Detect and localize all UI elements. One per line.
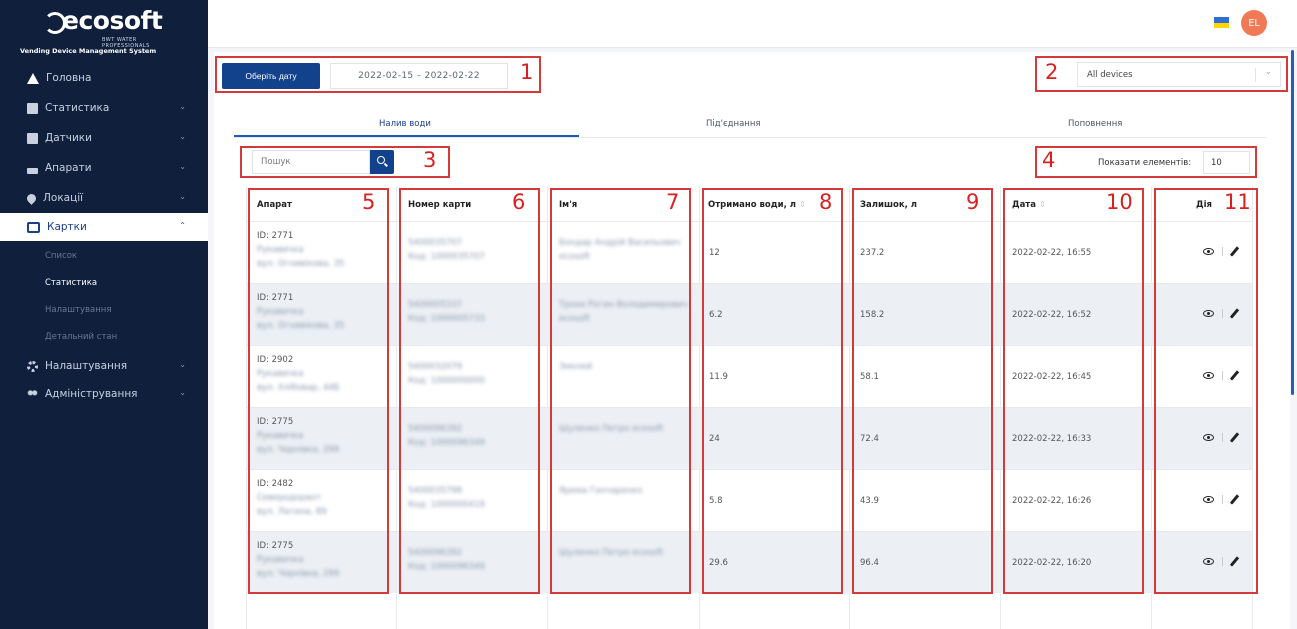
annotation-number-6: 6 bbox=[512, 190, 526, 214]
chart-icon bbox=[27, 102, 38, 114]
annotation-box-2 bbox=[1035, 56, 1288, 92]
annotation-number-8: 8 bbox=[819, 190, 833, 214]
location-pin-icon bbox=[25, 191, 38, 205]
page-scrollbar[interactable] bbox=[1291, 50, 1294, 395]
sidebar-item-locations[interactable]: Локації ⌄ bbox=[0, 184, 208, 212]
sidebar-item-label: Налаштування bbox=[45, 360, 128, 372]
tab-top-up[interactable]: Поповнення bbox=[1068, 119, 1122, 129]
tab-connection[interactable]: Під'єднання bbox=[706, 119, 761, 129]
annotation-box-8 bbox=[702, 188, 843, 594]
sidebar-item-label: Апарати bbox=[45, 162, 92, 174]
annotation-number-4: 4 bbox=[1042, 148, 1056, 172]
sidebar-item-label: Локації bbox=[43, 192, 84, 204]
annotation-box-5 bbox=[248, 188, 389, 594]
annotation-box-11 bbox=[1154, 188, 1258, 594]
chevron-down-icon: ⌄ bbox=[179, 162, 186, 171]
active-tab-indicator bbox=[234, 135, 579, 137]
annotation-box-4 bbox=[1035, 146, 1257, 178]
annotation-number-11: 11 bbox=[1224, 190, 1251, 214]
annotation-box-9 bbox=[852, 188, 993, 594]
annotation-number-3: 3 bbox=[423, 148, 437, 172]
annotation-box-10 bbox=[1003, 188, 1144, 594]
sidebar-item-label: Статистика bbox=[45, 102, 110, 114]
app-root: ecosoft BWT WATER PROFESSIONALS Vending … bbox=[0, 0, 1297, 629]
top-bar: EL bbox=[208, 0, 1297, 48]
annotation-number-9: 9 bbox=[966, 190, 980, 214]
sidebar-item-statistics[interactable]: Статистика ⌄ bbox=[0, 94, 208, 122]
annotation-number-5: 5 bbox=[362, 190, 376, 214]
sidebar-item-home[interactable]: Головна bbox=[0, 64, 208, 92]
sidebar-item-label: Головна bbox=[46, 72, 92, 84]
sidebar-subitem-settings[interactable]: Налаштування bbox=[45, 305, 111, 315]
ecosoft-logo[interactable]: ecosoft BWT WATER PROFESSIONALS bbox=[44, 6, 174, 49]
annotation-box-6 bbox=[399, 188, 540, 594]
chevron-down-icon: ⌄ bbox=[179, 360, 186, 369]
sidebar-item-devices[interactable]: Апарати ⌄ bbox=[0, 154, 208, 182]
chevron-down-icon: ⌄ bbox=[179, 132, 186, 141]
home-icon bbox=[27, 72, 39, 84]
brand-name: ecosoft bbox=[62, 6, 163, 35]
tab-water-dispense[interactable]: Налив води bbox=[379, 119, 431, 129]
chevron-down-icon: ⌄ bbox=[179, 102, 186, 111]
annotation-number-1: 1 bbox=[520, 60, 534, 84]
ukraine-flag-icon[interactable] bbox=[1214, 17, 1229, 28]
sidebar-subitem-detailed-state[interactable]: Детальний стан bbox=[45, 332, 117, 342]
sidebar-subitem-statistics[interactable]: Статистика bbox=[45, 278, 97, 288]
system-subtitle: Vending Device Management System bbox=[20, 47, 157, 55]
sidebar-item-cards[interactable]: Картки ⌃ bbox=[0, 213, 208, 241]
avatar[interactable]: EL bbox=[1241, 10, 1267, 36]
card-icon bbox=[27, 221, 40, 233]
tabs-bar: Налив води Під'єднання Поповнення bbox=[234, 114, 1266, 138]
sidebar-item-label: Датчики bbox=[45, 132, 92, 144]
annotation-box-7 bbox=[550, 188, 691, 594]
sidebar-item-label: Адміністрування bbox=[45, 388, 138, 400]
annotation-number-10: 10 bbox=[1106, 190, 1133, 214]
users-icon bbox=[27, 388, 38, 400]
sidebar: ecosoft BWT WATER PROFESSIONALS Vending … bbox=[0, 0, 208, 629]
sensor-icon bbox=[27, 132, 38, 144]
sidebar-item-label: Картки bbox=[47, 221, 87, 233]
gear-icon bbox=[27, 360, 38, 372]
sidebar-item-settings[interactable]: Налаштування ⌄ bbox=[0, 352, 208, 380]
sidebar-item-sensors[interactable]: Датчики ⌄ bbox=[0, 124, 208, 152]
chevron-up-icon: ⌃ bbox=[179, 221, 186, 230]
chevron-down-icon: ⌄ bbox=[179, 388, 186, 397]
scale-icon bbox=[27, 167, 38, 174]
annotation-box-3 bbox=[240, 146, 450, 178]
sidebar-subitem-list[interactable]: Список bbox=[45, 251, 77, 261]
sidebar-item-administration[interactable]: Адміністрування ⌄ bbox=[0, 380, 208, 408]
annotation-number-2: 2 bbox=[1045, 60, 1059, 84]
chevron-down-icon: ⌄ bbox=[179, 192, 186, 201]
annotation-number-7: 7 bbox=[666, 190, 680, 214]
annotation-box-1 bbox=[215, 56, 541, 93]
